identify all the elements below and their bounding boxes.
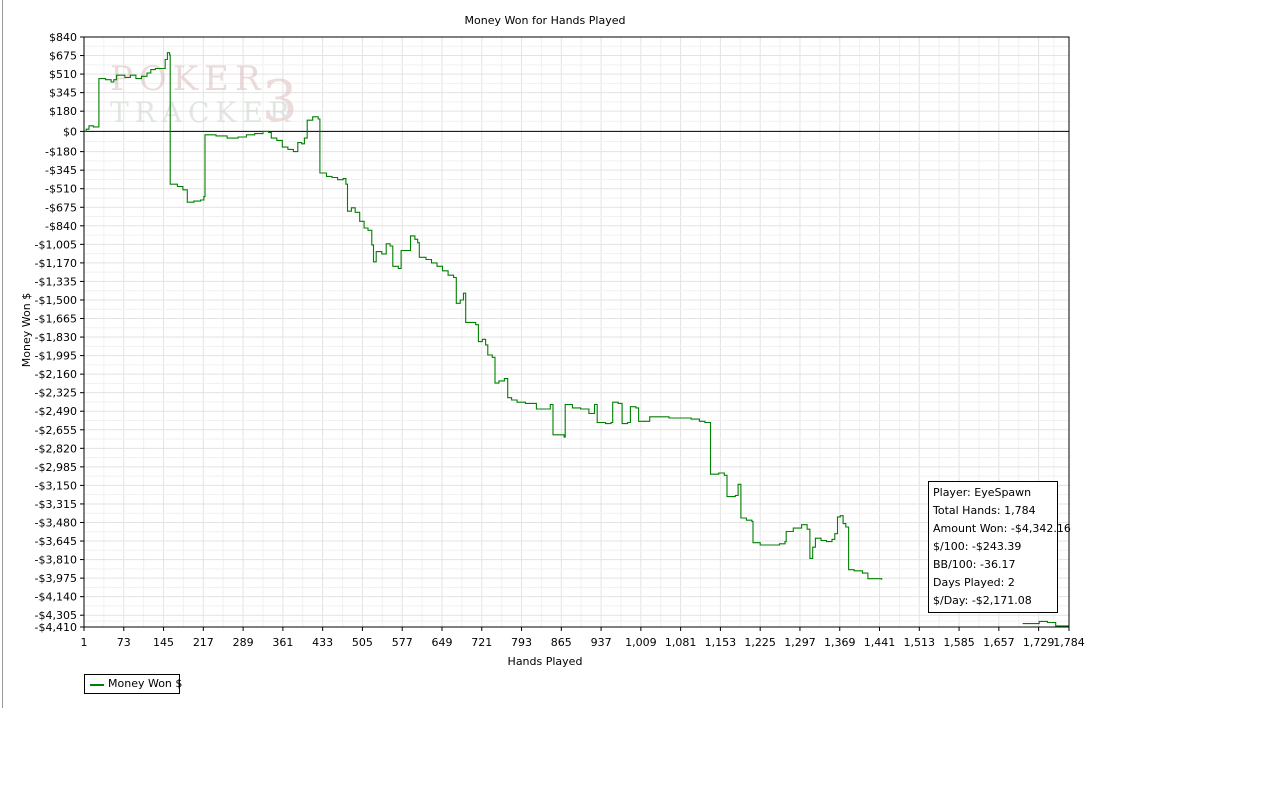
x-tick-label: 721 bbox=[471, 636, 492, 649]
days-played: Days Played: 2 bbox=[933, 576, 1015, 589]
x-tick-label: 1,153 bbox=[705, 636, 737, 649]
x-tick-label: 1,081 bbox=[665, 636, 697, 649]
bb-per-100: BB/100: -36.17 bbox=[933, 558, 1016, 571]
total-hands: Total Hands: 1,784 bbox=[933, 504, 1036, 517]
x-tick-label: 1,009 bbox=[625, 636, 657, 649]
x-axis: 1 73 145 217 289 361 433 505 577 649 721 793 865 937 1… bbox=[81, 627, 1085, 649]
y-tick-label: -$2,160 bbox=[35, 368, 77, 381]
x-tick-label: 1,585 bbox=[943, 636, 975, 649]
y-tick-label: -$1,665 bbox=[35, 313, 77, 326]
y-tick-label: -$1,500 bbox=[35, 294, 77, 307]
y-tick-label: -$3,480 bbox=[35, 516, 77, 529]
watermark-digit-text: 3 bbox=[262, 69, 298, 134]
dollars-per-day: $/Day: -$2,171.08 bbox=[933, 594, 1032, 607]
player-name: Player: EyeSpawn bbox=[933, 486, 1032, 499]
x-tick-label: 1,297 bbox=[784, 636, 816, 649]
y-tick-label: -$2,820 bbox=[35, 442, 77, 455]
legend-swatch bbox=[90, 684, 104, 686]
x-axis-label: Hands Played bbox=[508, 655, 583, 668]
y-tick-label: -$2,325 bbox=[35, 387, 77, 400]
chart-legend: Money Won $ bbox=[84, 674, 183, 694]
y-tick-label: -$4,410 bbox=[35, 621, 77, 634]
x-tick-label: 577 bbox=[392, 636, 413, 649]
y-tick-label: -$3,150 bbox=[35, 479, 77, 492]
x-tick-label: 289 bbox=[233, 636, 254, 649]
y-tick-label: $510 bbox=[49, 68, 77, 81]
x-tick-label: 217 bbox=[193, 636, 214, 649]
legend-label: Money Won $ bbox=[108, 677, 183, 690]
y-tick-label: -$510 bbox=[45, 183, 77, 196]
x-tick-label: 505 bbox=[352, 636, 373, 649]
x-tick-label: 1,513 bbox=[904, 636, 936, 649]
y-axis-label: Money Won $ bbox=[20, 293, 33, 367]
x-tick-label: 793 bbox=[511, 636, 532, 649]
y-tick-label: -$4,140 bbox=[35, 591, 77, 604]
x-tick-label: 145 bbox=[153, 636, 174, 649]
y-tick-label: -$2,985 bbox=[35, 461, 77, 474]
y-tick-label: $180 bbox=[49, 105, 77, 118]
y-tick-label: -$840 bbox=[45, 220, 77, 233]
x-tick-label: 1,729 bbox=[1023, 636, 1055, 649]
x-tick-label: 1 bbox=[81, 636, 88, 649]
y-tick-label: -$1,335 bbox=[35, 275, 77, 288]
y-tick-label: -$2,655 bbox=[35, 424, 77, 437]
poker-tracker-watermark: POKER TRACKER 3 bbox=[110, 59, 298, 134]
watermark-poker-text: POKER bbox=[110, 59, 267, 99]
y-tick-label: -$3,810 bbox=[35, 554, 77, 567]
chart-title: Money Won for Hands Played bbox=[465, 14, 626, 27]
y-tick-label: -$1,995 bbox=[35, 350, 77, 363]
x-tick-label: 865 bbox=[551, 636, 572, 649]
x-tick-label: 433 bbox=[312, 636, 333, 649]
x-tick-label: 937 bbox=[591, 636, 612, 649]
y-tick-label: -$180 bbox=[45, 146, 77, 159]
x-tick-label: 1,441 bbox=[864, 636, 896, 649]
y-axis: $840 $675 $510 $345 $180 $0 -$180 -$345 -$510 -$6… bbox=[35, 31, 84, 634]
x-tick-label: 1,225 bbox=[744, 636, 776, 649]
y-tick-label: $840 bbox=[49, 31, 77, 44]
money-won-series bbox=[84, 52, 1069, 627]
y-tick-label: -$675 bbox=[45, 201, 77, 214]
y-tick-label: -$1,830 bbox=[35, 331, 77, 344]
y-tick-label: -$3,315 bbox=[35, 498, 77, 511]
x-tick-label: 649 bbox=[431, 636, 452, 649]
x-tick-label: 1,657 bbox=[983, 636, 1015, 649]
dollars-per-100: $/100: -$243.39 bbox=[933, 540, 1022, 553]
money-won-line-tail bbox=[1022, 620, 1069, 627]
amount-won: Amount Won: -$4,342.16 bbox=[933, 522, 1071, 535]
y-tick-label: -$1,170 bbox=[35, 257, 77, 270]
y-tick-label: -$3,645 bbox=[35, 535, 77, 548]
player-stats-box: Player: EyeSpawn Total Hands: 1,784 Amou… bbox=[928, 481, 1071, 613]
y-tick-label: -$1,005 bbox=[35, 238, 77, 251]
y-tick-label: $675 bbox=[49, 50, 77, 63]
y-tick-label: -$2,490 bbox=[35, 405, 77, 418]
x-tick-label: 361 bbox=[272, 636, 293, 649]
y-tick-label: $0 bbox=[63, 125, 77, 138]
y-tick-label: -$345 bbox=[45, 164, 77, 177]
x-tick-label: 73 bbox=[117, 636, 131, 649]
x-tick-label: 1,784 bbox=[1053, 636, 1085, 649]
money-won-chart: Money Won for Hands Played POKER TRACKER… bbox=[20, 14, 1085, 668]
y-tick-label: $345 bbox=[49, 87, 77, 100]
y-tick-label: -$3,975 bbox=[35, 572, 77, 585]
x-tick-label: 1,369 bbox=[824, 636, 856, 649]
